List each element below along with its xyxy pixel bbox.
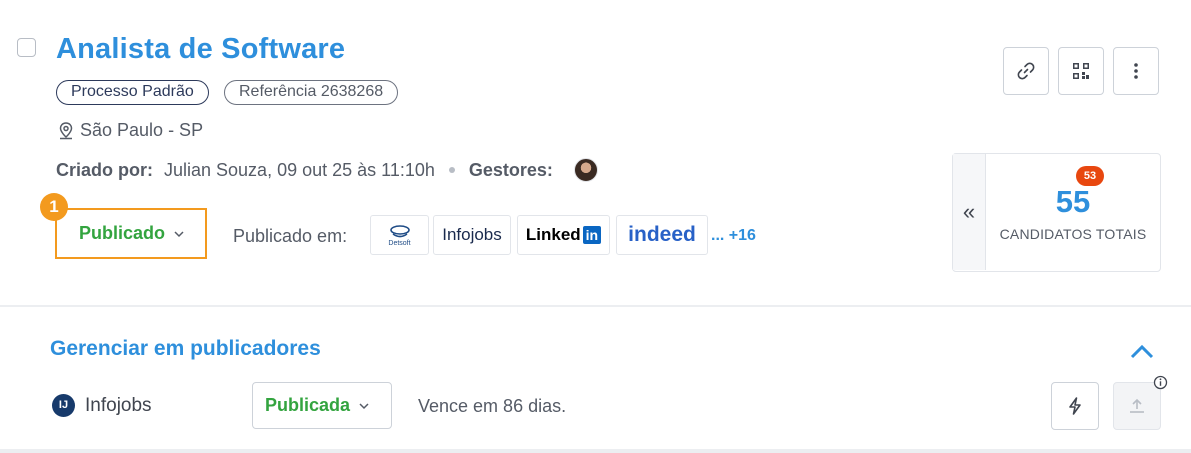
expand-candidates-button[interactable]: « [953, 154, 986, 270]
copy-link-button[interactable] [1003, 47, 1049, 95]
location-text: São Paulo - SP [80, 120, 204, 140]
link-icon [1017, 62, 1035, 80]
job-select-checkbox[interactable] [17, 38, 36, 57]
managers-label: Gestores: [468, 159, 553, 180]
more-options-button[interactable] [1113, 47, 1159, 95]
created-by-value: Julian Souza, 09 out 25 às 11:10h [164, 159, 435, 180]
detsoft-logo-text: Detsoft [388, 239, 411, 247]
step-marker: 1 [40, 193, 68, 221]
chevron-up-icon[interactable] [1128, 340, 1156, 364]
linkedin-logo[interactable]: Linked in [517, 215, 610, 255]
candidates-summary[interactable]: « 53 55 CANDIDATOS TOTAIS [952, 153, 1161, 272]
chevron-down-icon [174, 230, 184, 237]
indeed-logo[interactable]: indeed [616, 215, 708, 255]
upload-icon [1130, 398, 1144, 413]
job-meta: Criado por: Julian Souza, 09 out 25 às 1… [56, 158, 598, 182]
lightning-icon [1069, 397, 1081, 415]
created-by-label: Criado por: [56, 159, 153, 180]
qr-code-button[interactable] [1058, 47, 1104, 95]
info-icon[interactable] [1153, 375, 1168, 390]
chevron-down-icon [359, 402, 369, 409]
process-tag: Processo Padrão [56, 80, 209, 105]
card-bottom-border [0, 449, 1191, 453]
published-in-label: Publicado em: [233, 226, 348, 246]
publisher-quick-action-button[interactable] [1051, 382, 1099, 430]
status-value: Publicado [79, 223, 166, 243]
status-dropdown[interactable]: Publicado [55, 208, 207, 259]
candidates-label: CANDIDATOS TOTAIS [999, 226, 1147, 242]
linkedin-logo-text: Linked [525, 225, 581, 244]
new-candidates-badge: 53 [1076, 166, 1104, 186]
job-location: São Paulo - SP [56, 120, 203, 141]
detsoft-logo[interactable]: Detsoft [370, 215, 429, 255]
location-pin-icon [59, 121, 73, 139]
publisher-status-dropdown[interactable]: Publicada [252, 382, 392, 429]
more-publishers-link[interactable]: ... +16 [711, 227, 756, 245]
section-divider [0, 305, 1191, 307]
infojobs-round-logo: IJ [52, 394, 75, 417]
reference-tag: Referência 2638268 [224, 80, 399, 105]
publisher-expiry: Vence em 86 dias. [418, 396, 567, 416]
infojobs-logo-text: Infojobs [442, 225, 502, 244]
manager-avatar[interactable] [573, 158, 598, 182]
infojobs-logo[interactable]: Infojobs [433, 215, 511, 255]
qr-code-icon [1073, 63, 1089, 79]
double-chevron-left-icon: « [962, 199, 976, 224]
linkedin-logo-box: in [582, 226, 602, 244]
candidates-count: 55 [1055, 184, 1091, 219]
detsoft-mark-icon [389, 224, 410, 237]
indeed-logo-text: indeed [628, 223, 696, 246]
job-title[interactable]: Analista de Software [56, 33, 345, 66]
publisher-name: Infojobs [85, 395, 152, 416]
publishers-section-title[interactable]: Gerenciar em publicadores [50, 337, 321, 361]
more-vertical-icon [1134, 63, 1138, 79]
publisher-status-value: Publicada [265, 395, 351, 415]
separator-dot [448, 167, 455, 173]
